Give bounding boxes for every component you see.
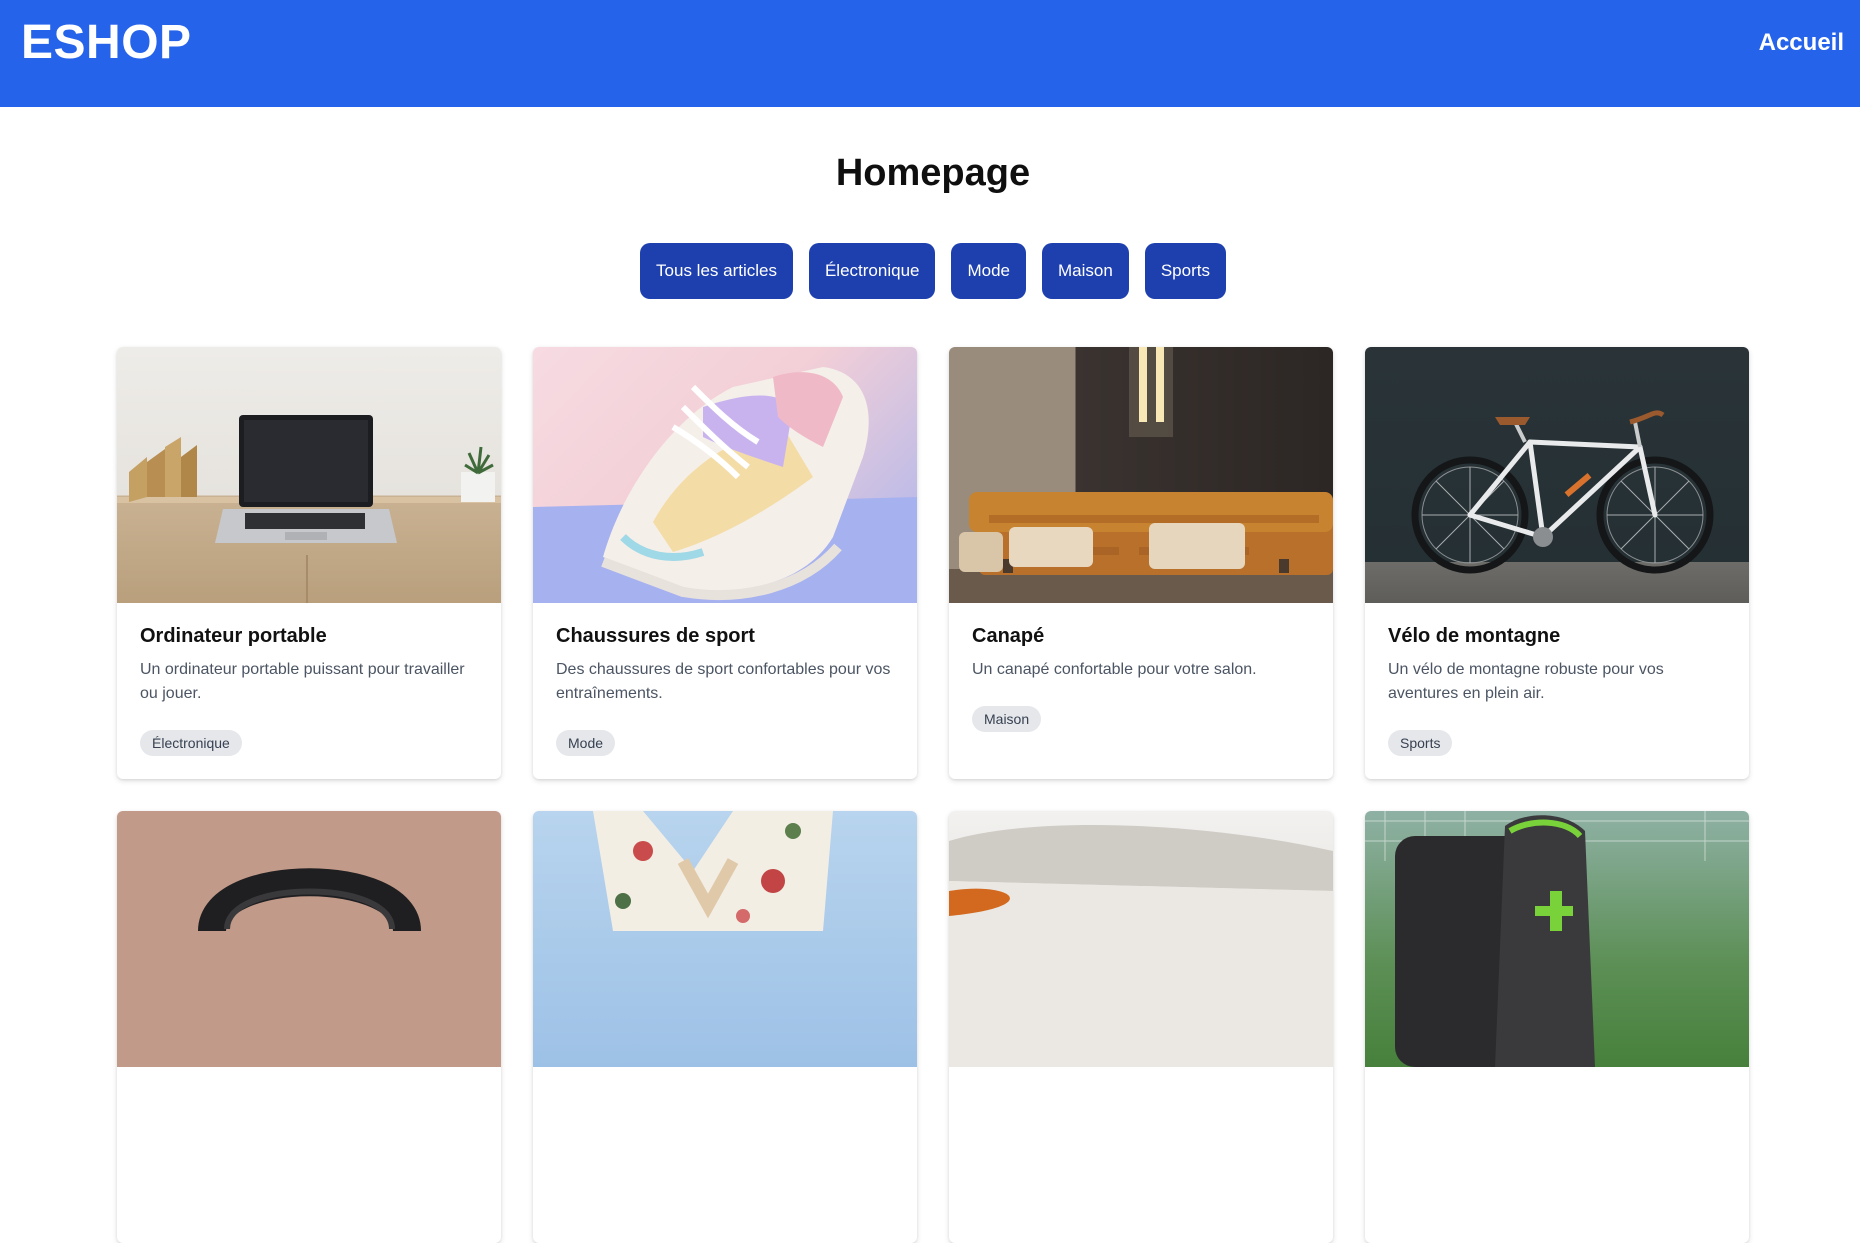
product-card[interactable] bbox=[533, 811, 917, 1243]
product-title: Ordinateur portable bbox=[140, 625, 327, 647]
category-badge: Maison bbox=[972, 706, 1042, 732]
product-description: Un canapé confortable pour votre salon. bbox=[972, 661, 1257, 678]
product-title: Chaussures de sport bbox=[556, 625, 755, 647]
product-card[interactable]: Vélo de montagne Un vélo de montagne rob… bbox=[1365, 347, 1749, 779]
product-title: Vélo de montagne bbox=[1388, 625, 1561, 647]
page-title: Homepage bbox=[835, 152, 1031, 194]
product-image-laptop bbox=[117, 347, 501, 603]
category-badge: Électronique bbox=[140, 730, 242, 756]
product-grid: Ordinateur portable Un ordinateur portab… bbox=[117, 347, 1749, 1243]
product-image-headphones bbox=[117, 811, 501, 1067]
product-description: Un ordinateur portable puissant pour tra… bbox=[140, 661, 465, 702]
top-navbar: ESHOP Accueil bbox=[0, 0, 1860, 107]
filter-sports-button[interactable]: Sports bbox=[1144, 243, 1226, 299]
filter-all-button[interactable]: Tous les articles bbox=[640, 243, 793, 299]
product-card[interactable]: Ordinateur portable Un ordinateur portab… bbox=[117, 347, 501, 779]
filter-fashion-button[interactable]: Mode bbox=[951, 243, 1027, 299]
category-filters: Tous les articles Électronique Mode Mais… bbox=[0, 243, 1860, 299]
product-title: Canapé bbox=[972, 625, 1045, 647]
product-card[interactable]: Canapé Un canapé confortable pour votre … bbox=[949, 347, 1333, 779]
nav-link-home[interactable]: Accueil bbox=[1759, 29, 1844, 57]
filter-home-button[interactable]: Maison bbox=[1042, 243, 1129, 299]
product-image-dress bbox=[533, 811, 917, 1067]
category-badge: Sports bbox=[1388, 730, 1453, 756]
product-card[interactable] bbox=[949, 811, 1333, 1243]
category-badge: Mode bbox=[556, 730, 616, 756]
product-image-sport-bag bbox=[1365, 811, 1749, 1067]
product-image-shoes bbox=[533, 347, 917, 603]
filter-electronics-button[interactable]: Électronique bbox=[808, 243, 936, 299]
product-image-pillow bbox=[949, 811, 1333, 1067]
product-description: Un vélo de montagne robuste pour vos ave… bbox=[1388, 661, 1664, 702]
product-card[interactable]: Chaussures de sport Des chaussures de sp… bbox=[533, 347, 917, 779]
product-image-bike bbox=[1365, 347, 1749, 603]
brand-logo[interactable]: ESHOP bbox=[21, 15, 192, 70]
product-image-sofa bbox=[949, 347, 1333, 603]
product-description: Des chaussures de sport confortables pou… bbox=[556, 661, 891, 702]
product-card[interactable] bbox=[1365, 811, 1749, 1243]
product-card[interactable] bbox=[117, 811, 501, 1243]
